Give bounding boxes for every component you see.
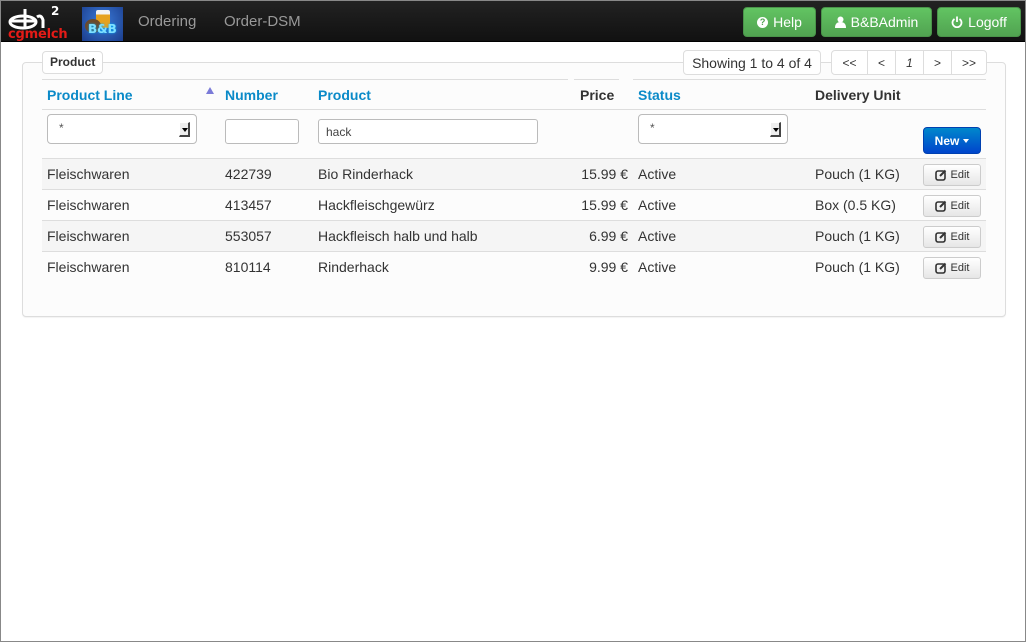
cell-product-line: Fleischwaren (47, 197, 129, 213)
caret-down-icon (963, 139, 969, 143)
edit-button-label: Edit (951, 169, 970, 181)
pager-last[interactable]: >> (951, 51, 986, 74)
edit-icon (935, 262, 947, 274)
cell-status: Active (638, 197, 676, 213)
help-button[interactable]: ? Help (743, 7, 816, 37)
status-filter-select[interactable]: * (638, 114, 788, 144)
logo-superscript: 2 (51, 4, 59, 18)
new-button-label: New (935, 134, 960, 148)
number-filter-input[interactable] (225, 119, 299, 144)
edit-button[interactable]: Edit (923, 164, 981, 186)
cell-price: 15.99 € (548, 166, 628, 182)
cell-product-line: Fleischwaren (47, 228, 129, 244)
edit-button[interactable]: Edit (923, 226, 981, 248)
column-header-status[interactable]: Status (638, 87, 681, 103)
pager-next[interactable]: > (923, 51, 951, 74)
logoff-button[interactable]: Logoff (937, 7, 1021, 37)
nav-link-ordering[interactable]: Ordering (138, 13, 196, 30)
cell-product-line: Fleischwaren (47, 259, 129, 275)
header-top-border (574, 79, 619, 80)
edit-button-label: Edit (951, 231, 970, 243)
user-account-button[interactable]: B&BAdmin (821, 7, 932, 37)
user-icon (835, 16, 846, 28)
top-navbar: 2 cgmelch B&B Ordering Order-DSM ? Help … (1, 1, 1025, 42)
cell-status: Active (638, 259, 676, 275)
cell-product: Bio Rinderhack (318, 166, 413, 182)
cell-product: Hackfleischgewürz (318, 197, 435, 213)
logoff-label: Logoff (968, 14, 1007, 30)
cell-price: 15.99 € (548, 197, 628, 213)
cell-number: 810114 (225, 259, 271, 275)
brand-text: cgmelch (8, 27, 67, 42)
bb-logo-image[interactable]: B&B (82, 7, 123, 41)
edit-button[interactable]: Edit (923, 195, 981, 217)
cell-product: Rinderhack (318, 259, 389, 275)
product-line-filter-value: * (59, 121, 64, 135)
table-row: Fleischwaren 553057 Hackfleisch halb und h… (42, 220, 986, 251)
cell-status: Active (638, 166, 676, 182)
dropdown-arrow-icon (179, 122, 190, 137)
cell-price: 6.99 € (548, 228, 628, 244)
edit-icon (935, 169, 947, 181)
dropdown-arrow-icon (770, 122, 781, 137)
header-bottom-border (42, 109, 986, 110)
cell-status: Active (638, 228, 676, 244)
pagination: << < 1 > >> (831, 50, 987, 75)
edit-button-label: Edit (951, 262, 970, 274)
cell-price: 9.99 € (548, 259, 628, 275)
new-button[interactable]: New (923, 127, 981, 154)
cell-number: 553057 (225, 228, 272, 244)
edit-icon (935, 200, 947, 212)
pager-first[interactable]: << (832, 51, 867, 74)
edit-icon (935, 231, 947, 243)
column-header-price: Price (580, 87, 614, 103)
pager-prev[interactable]: < (867, 51, 895, 74)
question-circle-icon: ? (757, 17, 768, 28)
power-icon (951, 16, 963, 28)
edit-button[interactable]: Edit (923, 257, 981, 279)
showing-count: Showing 1 to 4 of 4 (683, 50, 821, 75)
status-filter-value: * (650, 121, 655, 135)
column-header-number[interactable]: Number (225, 87, 278, 103)
cell-delivery-unit: Pouch (1 KG) (815, 166, 900, 182)
table-row: Fleischwaren 810114 Rinderhack 9.99 € Active… (42, 251, 986, 282)
cell-delivery-unit: Box (0.5 KG) (815, 197, 896, 213)
cgmelch-logo[interactable]: 2 cgmelch (5, 4, 65, 42)
bb-logo-text: B&B (88, 22, 117, 36)
table-row: Fleischwaren 422739 Bio Rinderhack 15.99 € A… (42, 158, 986, 189)
cell-delivery-unit: Pouch (1 KG) (815, 259, 900, 275)
cell-delivery-unit: Pouch (1 KG) (815, 228, 900, 244)
cell-product: Hackfleisch halb und halb (318, 228, 478, 244)
table-row: Fleischwaren 413457 Hackfleischgewürz 15.99… (42, 189, 986, 220)
column-header-product-line[interactable]: Product Line (47, 87, 133, 103)
pager-page-1[interactable]: 1 (895, 51, 923, 74)
column-header-delivery-unit: Delivery Unit (815, 87, 901, 103)
cell-number: 422739 (225, 166, 272, 182)
panel-legend: Product (42, 51, 103, 74)
header-top-border (42, 79, 568, 80)
product-line-filter-select[interactable]: * (47, 114, 197, 144)
sort-ascending-icon[interactable] (206, 87, 214, 94)
edit-button-label: Edit (951, 200, 970, 212)
header-top-border (633, 79, 986, 80)
product-filter-input[interactable] (318, 119, 538, 144)
cell-product-line: Fleischwaren (47, 166, 129, 182)
user-account-label: B&BAdmin (851, 14, 919, 30)
cell-number: 413457 (225, 197, 272, 213)
column-header-product[interactable]: Product (318, 87, 371, 103)
nav-link-order-dsm[interactable]: Order-DSM (224, 13, 301, 30)
help-button-label: Help (773, 14, 802, 30)
